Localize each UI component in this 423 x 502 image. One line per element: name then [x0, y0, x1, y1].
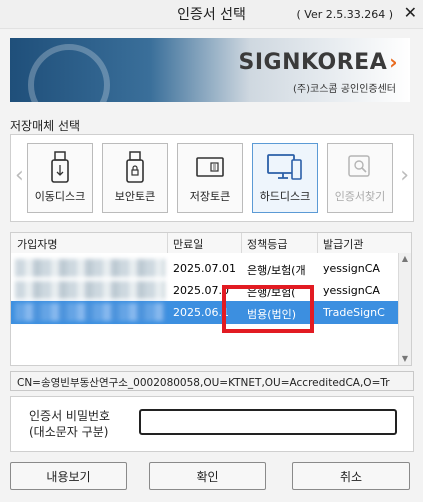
- list-vertical-scrollbar[interactable]: ▲ ▼: [398, 253, 411, 365]
- redacted-subscriber-name: [15, 303, 165, 321]
- title-bar: 인증서 선택 ( Ver 2.5.33.264 ) ✕: [0, 0, 423, 29]
- redacted-subscriber-name: [15, 281, 165, 299]
- find-certificate-icon: [328, 150, 392, 184]
- redacted-subscriber-name: [15, 259, 165, 277]
- password-case-hint: (대소문자 구분): [29, 425, 109, 439]
- media-button-hard-disk[interactable]: 하드디스크: [252, 143, 318, 213]
- cancel-button[interactable]: 취소: [292, 462, 410, 490]
- media-button-storage-token[interactable]: 저장토큰: [177, 143, 243, 213]
- scroll-up-icon[interactable]: ▲: [399, 253, 411, 265]
- media-button-find-certificate[interactable]: 인증서찾기: [327, 143, 393, 213]
- hard-disk-monitor-icon: [253, 150, 317, 184]
- banner-subtitle: (주)코스콤 공인인증센터: [293, 84, 396, 95]
- media-button-label: 저장토큰: [189, 190, 231, 203]
- certificate-dn-field: CN=송영빈부동산연구소_0002080058,OU=KTNET,OU=Accr…: [10, 371, 414, 391]
- column-header-issuer[interactable]: 발급기관: [323, 236, 363, 252]
- cell-issuer: yessignCA: [323, 284, 380, 297]
- cell-issuer: yessignCA: [323, 262, 380, 275]
- media-button-label: 인증서찾기: [334, 190, 386, 203]
- password-label: 인증서 비밀번호: [29, 409, 111, 423]
- password-panel: 인증서 비밀번호 (대소문자 구분): [10, 396, 414, 452]
- column-header-expiry[interactable]: 만료일: [173, 236, 203, 252]
- signkorea-banner: SIGNKOREA › (주)코스콤 공인인증센터: [10, 38, 410, 102]
- close-icon[interactable]: ✕: [404, 3, 417, 22]
- storage-media-label: 저장매체 선택: [10, 119, 81, 133]
- logo-arrow-icon: ›: [389, 50, 398, 74]
- version-label: ( Ver 2.5.33.264 ): [296, 8, 393, 21]
- media-button-label: 보안토큰: [114, 190, 156, 203]
- cell-expiry: 2025.07.01: [173, 262, 236, 275]
- table-row-selected[interactable]: 2025.06.1 범용(법인) TradeSignC: [11, 301, 399, 324]
- signkorea-logo: SIGNKOREA ›: [238, 50, 398, 75]
- security-token-icon: [103, 150, 167, 184]
- media-button-label: 하드디스크: [259, 190, 311, 203]
- certificate-list: 2025.07.01 은행/보험(개 yessignCA 2025.07.0 은…: [10, 253, 412, 366]
- storage-media-panel: ‹ 이동디스크 보안토큰 저장토큰 하드디스크 인증서찾기 ›: [10, 134, 414, 222]
- media-button-security-token[interactable]: 보안토큰: [102, 143, 168, 213]
- scroll-down-icon[interactable]: ▼: [399, 353, 411, 365]
- view-details-button[interactable]: 내용보기: [10, 462, 127, 490]
- storage-token-icon: [178, 150, 242, 184]
- usb-drive-icon: [28, 150, 92, 184]
- column-header-subscriber[interactable]: 가입자명: [17, 236, 57, 252]
- table-row[interactable]: 2025.07.0 은행/보험( yessignCA: [11, 279, 399, 302]
- media-button-removable-disk[interactable]: 이동디스크: [27, 143, 93, 213]
- table-row[interactable]: 2025.07.01 은행/보험(개 yessignCA: [11, 257, 399, 280]
- certificate-list-header: 가입자명 만료일 정책등급 발급기관: [10, 232, 412, 254]
- column-header-policy[interactable]: 정책등급: [247, 236, 287, 252]
- cell-policy: 은행/보험(개: [247, 264, 306, 277]
- certificate-select-dialog: 인증서 선택 ( Ver 2.5.33.264 ) ✕ SIGNKOREA › (…: [0, 0, 423, 502]
- media-scroll-right-icon[interactable]: ›: [400, 163, 409, 188]
- highlight-annotation-box: [222, 285, 314, 333]
- media-scroll-left-icon[interactable]: ‹: [15, 163, 24, 188]
- ok-button[interactable]: 확인: [149, 462, 266, 490]
- media-button-label: 이동디스크: [34, 190, 86, 203]
- lock-dial-graphic: [28, 44, 110, 102]
- cell-issuer: TradeSignC: [323, 306, 385, 319]
- password-input[interactable]: [139, 409, 397, 435]
